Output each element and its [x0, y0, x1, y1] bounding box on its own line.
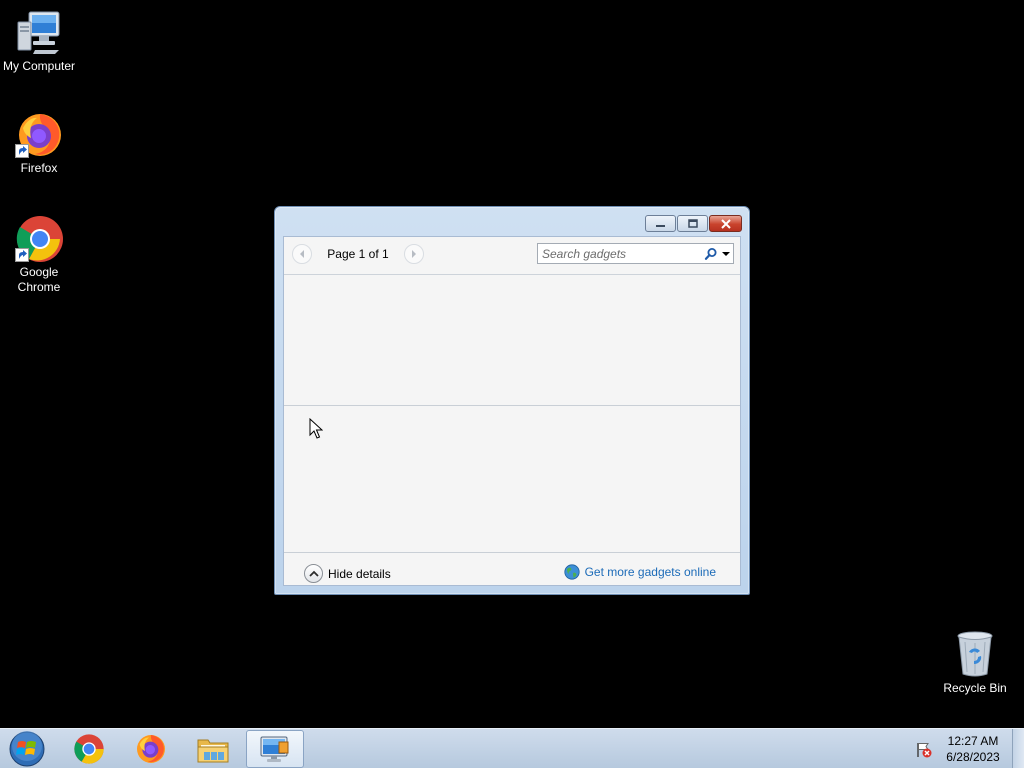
arrow-left-icon: [300, 250, 304, 258]
search-dropdown-button[interactable]: [719, 244, 733, 263]
taskbar-firefox-button[interactable]: [122, 730, 180, 768]
gadgets-footer: Hide details Get more gadgets online: [284, 554, 740, 585]
search-button[interactable]: [703, 244, 719, 263]
page-indicator: Page 1 of 1: [327, 247, 389, 261]
chrome-icon: [74, 734, 104, 764]
firefox-icon: [137, 735, 165, 763]
hide-details-button[interactable]: Hide details: [304, 564, 391, 583]
show-desktop-button[interactable]: [1012, 729, 1024, 768]
minimize-icon: [655, 224, 665, 227]
recycle-bin-icon: [951, 630, 999, 678]
close-button[interactable]: [709, 215, 742, 232]
gadgets-window[interactable]: Page 1 of 1 Search gadgets Hide details …: [274, 206, 750, 595]
action-center-flag-icon[interactable]: [915, 741, 933, 762]
get-more-gadgets-link[interactable]: Get more gadgets online: [563, 564, 716, 580]
gadgets-client-area: Page 1 of 1 Search gadgets Hide details …: [283, 236, 741, 586]
gadget-details-pane: [284, 407, 740, 553]
start-button[interactable]: [7, 731, 47, 767]
arrow-right-icon: [411, 250, 416, 258]
desktop-icon-label: Firefox: [20, 161, 58, 175]
gadget-gallery: [284, 275, 740, 406]
previous-page-button[interactable]: [292, 244, 312, 264]
shortcut-arrow-icon: [15, 248, 29, 262]
chevron-up-icon: [304, 564, 323, 583]
maximize-button[interactable]: [677, 215, 708, 232]
firefox-icon: [15, 110, 63, 158]
desktop-icon-my-computer[interactable]: My Computer: [0, 8, 78, 74]
gadgets-toolbar: Page 1 of 1: [284, 237, 740, 275]
globe-icon: [563, 564, 580, 580]
search-icon: [704, 247, 717, 260]
taskbar-chrome-button[interactable]: [60, 730, 118, 768]
desktop-icon-firefox[interactable]: Firefox: [0, 110, 78, 176]
shortcut-arrow-icon: [15, 144, 29, 158]
minimize-button[interactable]: [645, 215, 676, 232]
window-controls: [645, 215, 742, 232]
taskbar-file-explorer-button[interactable]: [184, 730, 242, 768]
maximize-icon: [687, 218, 698, 228]
taskbar: 12:27 AM 6/28/2023: [0, 728, 1024, 768]
get-more-gadgets-label: Get more gadgets online: [584, 565, 716, 579]
gadgets-monitor-icon: [260, 736, 289, 762]
close-icon: [720, 218, 731, 229]
search-input[interactable]: [538, 244, 703, 263]
mouse-cursor-icon: [309, 417, 324, 442]
system-tray: 12:27 AM 6/28/2023: [912, 729, 1024, 768]
computer-icon: [15, 8, 63, 56]
chevron-down-icon: [721, 251, 730, 256]
taskbar-clock[interactable]: 12:27 AM 6/28/2023: [941, 733, 1005, 765]
folder-explorer-icon: [197, 739, 229, 763]
desktop-icon-label: Recycle Bin: [943, 681, 1007, 695]
desktop-icon-label: My Computer: [2, 59, 76, 73]
hide-details-label: Hide details: [328, 566, 391, 581]
search-box: [537, 243, 734, 264]
next-page-button[interactable]: [403, 244, 424, 264]
clock-time: 12:27 AM: [947, 734, 999, 748]
taskbar-gadgets-button[interactable]: [246, 730, 304, 768]
desktop-icon-recycle-bin[interactable]: Recycle Bin: [936, 630, 1014, 696]
windows-start-orb-icon: [9, 731, 45, 767]
clock-date: 6/28/2023: [946, 750, 1000, 764]
chrome-icon: [15, 214, 63, 262]
desktop-icon-label: Google Chrome: [17, 265, 61, 294]
desktop-icon-google-chrome[interactable]: Google Chrome: [0, 214, 78, 295]
pager: Page 1 of 1: [292, 244, 424, 264]
